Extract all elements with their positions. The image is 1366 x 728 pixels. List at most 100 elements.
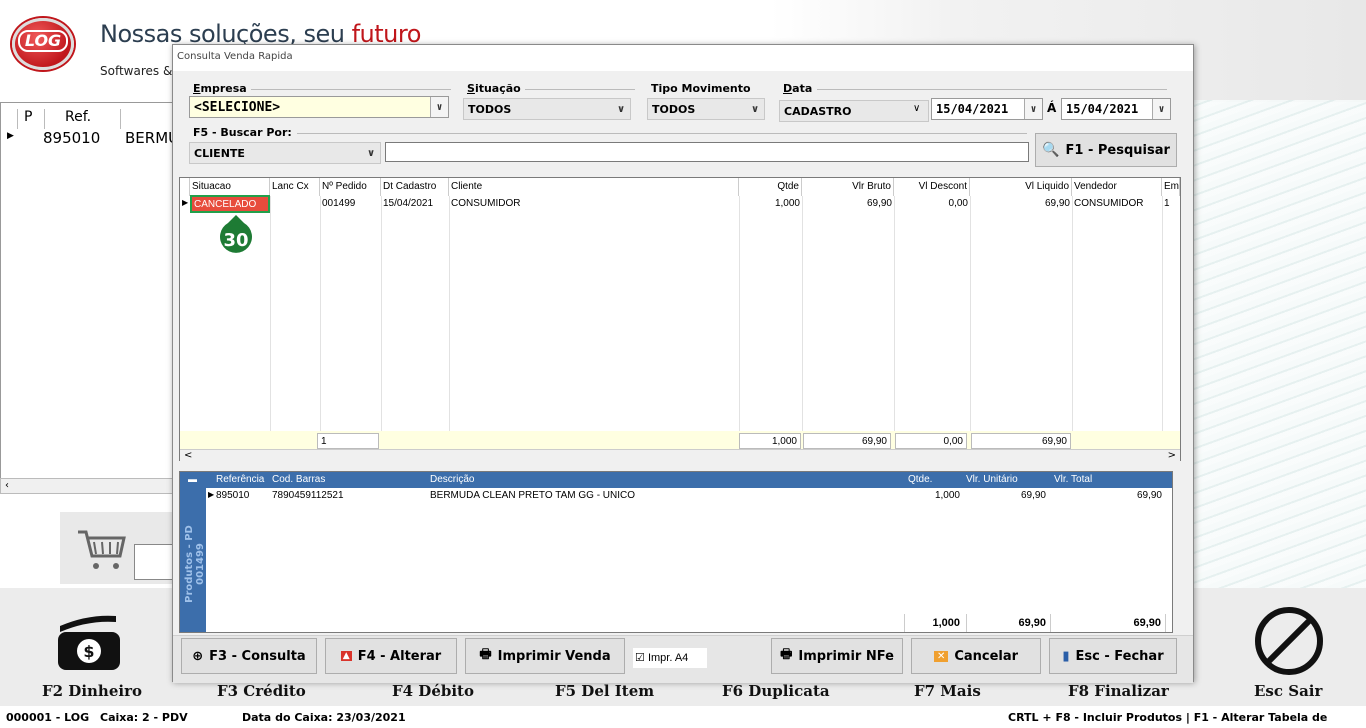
empresa-select[interactable]: <SELECIONE> ∨ — [189, 96, 449, 118]
fkey-f6-duplicata[interactable]: F6 Duplicata — [722, 682, 830, 700]
f1-pesquisar-button[interactable]: 🔍 F1 - Pesquisar — [1035, 133, 1177, 167]
situacao-cancelado-cell[interactable]: CANCELADO — [190, 195, 270, 213]
decorative-pattern — [1190, 100, 1366, 588]
dt-cadastro-cell[interactable]: 15/04/2021 — [381, 196, 449, 212]
item-total-cell[interactable]: 69,90 — [1050, 490, 1162, 501]
chevron-down-icon[interactable]: ∨ — [746, 99, 764, 119]
col-em: Em — [1162, 178, 1180, 196]
col-dt-cadastro: Dt Cadastro — [381, 178, 449, 196]
imprimir-venda-button[interactable]: 🖶 Imprimir Venda — [465, 638, 625, 674]
items-total-qtde: 1,000 — [904, 614, 964, 632]
svg-text:$: $ — [83, 642, 94, 661]
col-qtde: Qtde — [739, 178, 802, 196]
chevron-down-icon[interactable]: ∨ — [612, 99, 630, 119]
empresa-value: <SELECIONE> — [194, 100, 281, 115]
col-pedido: Nº Pedido — [320, 178, 381, 196]
edit-icon: ▲ — [340, 651, 352, 661]
chevron-down-icon[interactable]: ∨ — [430, 97, 448, 117]
status-pdv: 000001 - LOG — [6, 711, 90, 724]
fkey-esc-sair[interactable]: Esc Sair — [1254, 682, 1322, 700]
zoom-icon: ⊕ — [192, 648, 204, 664]
row-pointer-icon: ▶ — [208, 490, 215, 499]
status-bar: 000001 - LOG Caixa: 2 - PDV Data do Caix… — [0, 706, 1366, 728]
exit-prohibited-icon[interactable] — [1252, 604, 1326, 678]
search-binoculars-icon: 🔍 — [1042, 142, 1060, 158]
total-descont: 0,00 — [895, 433, 967, 449]
f4-alterar-button[interactable]: ▲ F4 - Alterar — [325, 638, 457, 674]
produtos-pedido-label: Produtos - PD 001499 — [184, 525, 206, 603]
scroll-left-icon[interactable]: < — [184, 450, 192, 461]
scroll-right-icon[interactable]: > — [1168, 450, 1176, 461]
status-shortcut-hint: CRTL + F8 - Incluir Produtos | F1 - Alte… — [1008, 711, 1328, 728]
checkbox-checked-icon[interactable]: ☑ — [635, 652, 645, 664]
row-pointer-icon: ▶ — [7, 131, 14, 141]
items-grid-sidebar: Produtos - PD 001499 — [180, 488, 206, 632]
col-situacao: Situacao — [190, 178, 270, 196]
impr-a4-checkbox[interactable]: ☑ Impr. A4 — [633, 648, 707, 668]
em-cell[interactable]: 1 — [1162, 196, 1180, 212]
shopping-cart-icon — [78, 530, 126, 569]
qtde-cell[interactable]: 1,000 — [739, 196, 802, 212]
buscar-por-select[interactable]: CLIENTE ∨ — [189, 142, 381, 164]
cart-ref-cell: 895010 — [43, 129, 101, 147]
items-grid-header: ▬ Referência Cod. Barras Descrição Qtde.… — [180, 472, 1172, 488]
calendar-dropdown-icon[interactable]: ∨ — [1152, 99, 1170, 119]
col-vendedor: Vendedor — [1072, 178, 1162, 196]
scroll-left-icon[interactable]: ‹ — [5, 480, 9, 491]
esc-fechar-button[interactable]: ▮ Esc - Fechar — [1049, 638, 1177, 674]
items-total-unit: 69,90 — [966, 614, 1050, 632]
imprimir-nfe-button[interactable]: 🖶 Imprimir NFe — [771, 638, 903, 674]
vl-liquido-cell[interactable]: 69,90 — [970, 196, 1072, 212]
data-tipo-select[interactable]: CADASTRO — [779, 100, 929, 122]
f3-consulta-button[interactable]: ⊕ F3 - Consulta — [181, 638, 317, 674]
sales-grid[interactable]: Situacao Lanc Cx Nº Pedido Dt Cadastro C… — [179, 177, 1181, 461]
fkey-f5-del-item[interactable]: F5 Del Item — [555, 682, 654, 700]
items-grid[interactable]: ▬ Referência Cod. Barras Descrição Qtde.… — [179, 471, 1173, 633]
fkey-f4-debito[interactable]: F4 Débito — [392, 682, 474, 700]
buscar-por-value: CLIENTE — [194, 147, 245, 160]
vl-descont-cell[interactable]: 0,00 — [894, 196, 970, 212]
vlr-bruto-cell[interactable]: 69,90 — [802, 196, 894, 212]
cash-money-icon[interactable]: $ — [52, 610, 124, 674]
step-badge-number: 30 — [223, 230, 249, 251]
item-descricao-cell[interactable]: BERMUDA CLEAN PRETO TAM GG - UNICO — [430, 490, 635, 501]
logo-text: LOG — [18, 30, 68, 52]
total-count: 1 — [317, 433, 379, 449]
empresa-label: Empresa — [193, 82, 247, 95]
item-barras-cell[interactable]: 7890459112521 — [272, 490, 344, 501]
situacao-value: TODOS — [468, 103, 512, 116]
collapse-icon[interactable]: ▬ — [188, 474, 197, 484]
cancelar-button[interactable]: ✕ Cancelar — [911, 638, 1041, 674]
calendar-dropdown-icon[interactable]: ∨ — [1024, 99, 1042, 119]
fkey-f3-credito[interactable]: F3 Crédito — [217, 682, 306, 700]
item-unit-cell[interactable]: 69,90 — [966, 490, 1046, 501]
date-to-value: 15/04/2021 — [1066, 102, 1139, 116]
situacao-select[interactable]: TODOS ∨ — [463, 98, 631, 120]
buscar-text-input[interactable] — [385, 142, 1029, 162]
cart-hscrollbar[interactable]: ‹ — [0, 478, 180, 494]
date-from-picker[interactable]: 15/04/2021 ∨ — [931, 98, 1043, 120]
date-to-picker[interactable]: 15/04/2021 ∨ — [1061, 98, 1171, 120]
item-qtde-cell[interactable]: 1,000 — [904, 490, 960, 501]
items-total-total: 69,90 — [1050, 614, 1166, 632]
chevron-down-icon[interactable]: ∨ — [913, 103, 920, 114]
total-bruto: 69,90 — [803, 433, 891, 449]
item-ref-cell[interactable]: 895010 — [216, 490, 249, 501]
fkey-f7-mais[interactable]: F7 Mais — [914, 682, 981, 700]
col-vl-descont: Vl Descont — [894, 178, 970, 196]
data-label: Data — [783, 82, 813, 95]
tipo-movimento-select[interactable]: TODOS ∨ — [647, 98, 765, 120]
cliente-cell[interactable]: CONSUMIDOR — [449, 196, 739, 212]
col-vlr-bruto: Vlr Bruto — [802, 178, 894, 196]
tipo-movimento-value: TODOS — [652, 103, 696, 116]
vendedor-cell[interactable]: CONSUMIDOR — [1072, 196, 1162, 212]
col-cod-barras: Cod. Barras — [272, 474, 326, 485]
chevron-down-icon[interactable]: ∨ — [362, 143, 380, 163]
sales-grid-hscrollbar[interactable]: < > — [180, 449, 1180, 463]
pedido-cell[interactable]: 001499 — [320, 196, 381, 212]
col-vlr-total: Vlr. Total — [1054, 474, 1093, 485]
col-vlr-unitario: Vlr. Unitário — [966, 474, 1018, 485]
fkey-f8-finalizar[interactable]: F8 Finalizar — [1068, 682, 1169, 700]
fkey-f2-dinheiro[interactable]: F2 Dinheiro — [42, 682, 142, 700]
cart-items-grid[interactable]: P Ref. ▶ 895010 BERMU — [0, 102, 180, 490]
